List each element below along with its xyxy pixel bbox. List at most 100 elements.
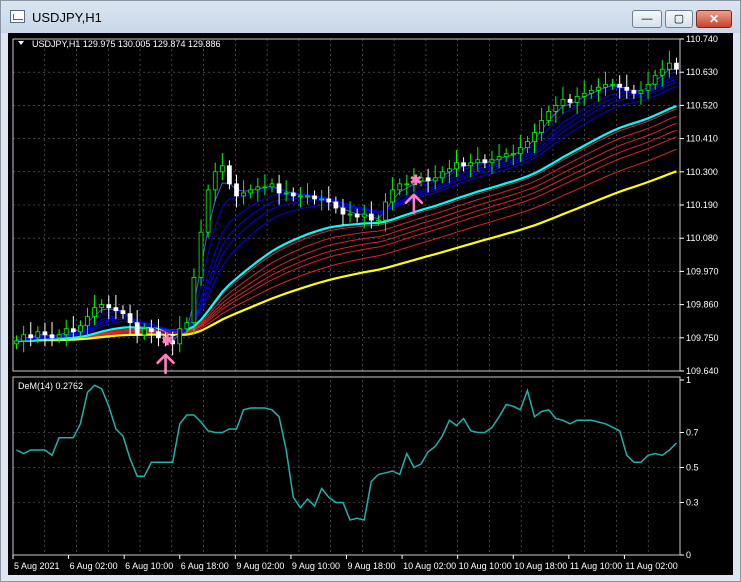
chart-area[interactable]: ✱ ✱ 110.740 110.630 110.520 110.410 110.300 11… bbox=[8, 33, 733, 575]
candle-body bbox=[262, 186, 268, 189]
minimize-button[interactable]: — bbox=[632, 10, 662, 28]
candle-body bbox=[567, 98, 573, 103]
price-tick-label: 110.300 bbox=[686, 167, 718, 177]
candle-body bbox=[631, 89, 637, 94]
chart-window: USDJPY,H1 — ▢ ✕ ✱ ✱ 110.740 110.630 110.520… bbox=[0, 0, 741, 582]
candle-body bbox=[326, 198, 332, 203]
candle-body bbox=[113, 307, 119, 312]
candle-body bbox=[560, 98, 566, 106]
candle-body bbox=[312, 195, 317, 200]
time-tick-label: 6 Aug 10:00 bbox=[125, 561, 173, 571]
candle-body bbox=[127, 313, 133, 324]
candle-body bbox=[376, 219, 381, 222]
candle-body bbox=[35, 331, 41, 339]
candle-body bbox=[510, 153, 516, 156]
chart-background bbox=[8, 33, 733, 575]
candle-body bbox=[255, 186, 261, 191]
time-tick-label: 11 Aug 10:00 bbox=[570, 561, 622, 571]
close-button[interactable]: ✕ bbox=[696, 10, 732, 28]
candle-body bbox=[638, 89, 644, 94]
price-tick-label: 109.970 bbox=[686, 266, 719, 276]
time-tick-label: 6 Aug 18:00 bbox=[181, 561, 229, 571]
price-tick-label: 110.740 bbox=[686, 34, 718, 44]
candle-body bbox=[319, 198, 325, 201]
candle-body bbox=[368, 213, 374, 221]
time-tick-label: 9 Aug 10:00 bbox=[292, 561, 340, 571]
candle-body bbox=[212, 171, 218, 191]
candle-body bbox=[383, 201, 388, 221]
candle-body bbox=[298, 195, 303, 198]
candle-body bbox=[674, 62, 679, 70]
star-signal-icon: ✱ bbox=[162, 332, 174, 348]
candle-body bbox=[305, 195, 310, 198]
candle-body bbox=[425, 177, 431, 182]
price-tick-label: 109.750 bbox=[686, 333, 719, 343]
candle-body bbox=[333, 201, 339, 209]
indicator-tick-label: 0.7 bbox=[686, 428, 699, 438]
time-tick-label: 10 Aug 10:00 bbox=[459, 561, 512, 571]
candle-body bbox=[248, 189, 254, 194]
candle-body bbox=[447, 168, 452, 173]
candle-body bbox=[42, 331, 48, 336]
candle-body bbox=[645, 83, 651, 91]
candle-body bbox=[617, 83, 623, 88]
star-signal-icon: ✱ bbox=[410, 172, 422, 188]
candle-body bbox=[468, 162, 474, 167]
candle-body bbox=[85, 316, 90, 327]
candle-body bbox=[120, 310, 126, 315]
candle-body bbox=[659, 68, 665, 76]
candle-body bbox=[610, 83, 615, 86]
candle-body bbox=[404, 183, 410, 186]
candle-body bbox=[503, 153, 509, 158]
candle-body bbox=[596, 86, 601, 91]
title-bar[interactable]: USDJPY,H1 — ▢ ✕ bbox=[1, 1, 740, 33]
candle-body bbox=[78, 325, 83, 333]
candle-body bbox=[149, 328, 154, 333]
candle-body bbox=[290, 192, 296, 197]
candle-body bbox=[63, 328, 69, 336]
candle-body bbox=[70, 328, 76, 333]
time-tick-label: 9 Aug 18:00 bbox=[348, 561, 396, 571]
candle-body bbox=[28, 334, 34, 339]
time-tick-label: 9 Aug 02:00 bbox=[236, 561, 284, 571]
candle-body bbox=[454, 162, 459, 170]
candle-body bbox=[461, 162, 466, 167]
candle-body bbox=[432, 177, 438, 182]
candle-body bbox=[184, 322, 190, 330]
candle-body bbox=[269, 183, 275, 188]
candle-body bbox=[219, 165, 225, 173]
candle-body bbox=[390, 189, 395, 203]
candle-body bbox=[482, 159, 488, 164]
time-tick-label: 10 Aug 18:00 bbox=[514, 561, 567, 571]
time-tick-label: 6 Aug 02:00 bbox=[70, 561, 118, 571]
candle-body bbox=[56, 334, 62, 339]
candle-body bbox=[283, 192, 289, 195]
candle-body bbox=[227, 165, 232, 185]
chart-window-icon bbox=[10, 10, 25, 23]
candle-body bbox=[574, 95, 580, 103]
price-tick-label: 110.410 bbox=[686, 134, 718, 144]
candle-body bbox=[517, 147, 523, 155]
candle-body bbox=[603, 83, 608, 88]
candle-body bbox=[241, 192, 246, 197]
candle-body bbox=[652, 74, 658, 85]
candle-body bbox=[361, 213, 367, 218]
time-tick-label: 5 Aug 2021 bbox=[14, 561, 60, 571]
price-chart-svg[interactable]: ✱✱ 110.740110.630110.520110.410110.30011… bbox=[8, 33, 733, 575]
candle-body bbox=[525, 141, 530, 149]
indicator-tick-label: 0.5 bbox=[686, 463, 699, 473]
indicator-tick-label: 0.3 bbox=[686, 498, 699, 508]
candle-body bbox=[397, 183, 403, 191]
candle-body bbox=[588, 89, 594, 94]
window-title: USDJPY,H1 bbox=[32, 10, 102, 25]
maximize-button[interactable]: ▢ bbox=[665, 10, 693, 28]
indicator-tick-label: 1 bbox=[686, 375, 691, 385]
candle-body bbox=[276, 183, 282, 194]
candle-body bbox=[347, 213, 353, 216]
candle-body bbox=[354, 213, 360, 218]
candle-body bbox=[667, 62, 672, 70]
candle-body bbox=[198, 231, 204, 278]
candle-body bbox=[234, 183, 239, 197]
symbol-header: USDJPY,H1 129.975 130.005 129.874 129.88… bbox=[32, 39, 221, 49]
candle-body bbox=[539, 120, 544, 133]
